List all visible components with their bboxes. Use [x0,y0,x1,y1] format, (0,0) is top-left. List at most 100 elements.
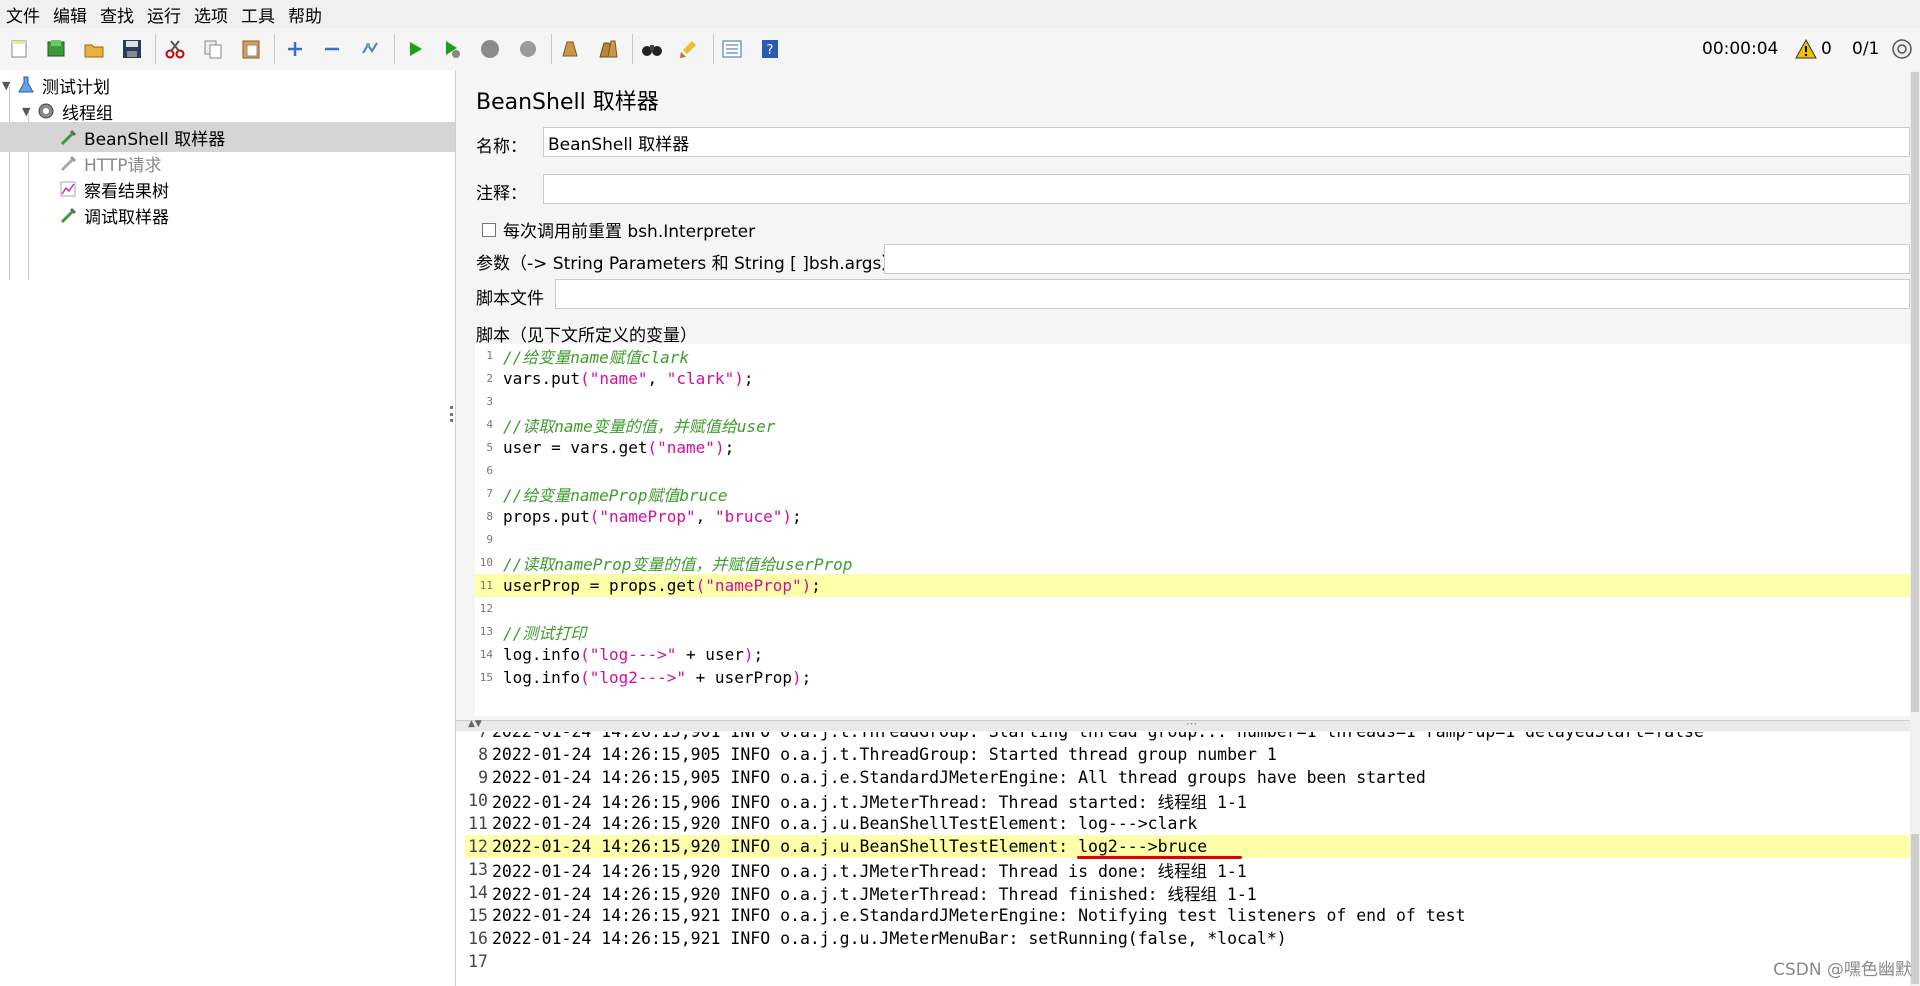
gear-icon [36,101,56,121]
code-line: 12 [479,602,493,615]
elapsed-time: 00:00:04 [1702,39,1779,59]
tree-item-label: BeanShell 取样器 [84,129,226,150]
log-line: 16 2022-01-24 14:26:15,921 INFO o.a.j.g.u… [468,929,1287,948]
menu-edit[interactable]: 编辑 [47,2,94,27]
menu-tools[interactable]: 工具 [235,2,282,27]
log-line: 15 2022-01-24 14:26:15,921 INFO o.a.j.e.S… [468,906,1466,925]
pipette-icon [58,153,78,173]
tree-item-label: HTTP请求 [84,155,162,176]
open-icon[interactable] [82,37,106,61]
menu-options[interactable]: 选项 [188,2,235,27]
scrollbar-thumb-top[interactable] [1911,72,1919,712]
code-line: 4//读取name变量的值，并赋值给user [486,416,776,436]
tree-item-debug-sampler[interactable]: 调试取样器 [58,200,448,230]
splitter-grip-icon[interactable]: ⋯ [1186,717,1198,730]
start-no-pause-icon[interactable] [440,37,464,61]
log-line: 13 2022-01-24 14:26:15,920 INFO o.a.j.t.J… [468,860,1247,881]
pipette-icon [58,205,78,225]
splitter-arrows-icon[interactable]: ▲▼ [468,719,482,729]
code-line: 1//给变量name赋值clark [486,347,689,367]
name-field[interactable]: BeanShell 取样器 [543,127,1910,157]
scrollbar-thumb-bottom[interactable] [1911,834,1919,984]
code-line: 14 log.info("log--->" + user); [479,645,764,664]
menu-help[interactable]: 帮助 [282,2,329,27]
script-label: 脚本（见下文所定义的变量） [476,326,697,346]
tree-item-label: 线程组 [62,103,113,124]
toolbar-separator [551,34,552,64]
log-line-highlighted: 12 2022-01-24 14:26:15,920 INFO o.a.j.u.B… [465,835,1910,858]
toolbar-separator [394,34,395,64]
collapse-icon[interactable] [320,37,344,61]
code-line: 6 [486,464,493,477]
shutdown-icon[interactable] [516,37,540,61]
code-line: 9 [486,533,493,546]
script-editor[interactable]: 1//给变量name赋值clark 2 vars.put("name", "cla… [475,344,1910,716]
reset-interpreter-checkbox[interactable] [482,222,496,237]
cut-icon[interactable] [163,37,187,61]
log-line: 17 [468,952,488,971]
menu-run[interactable]: 运行 [141,2,188,27]
log-splitter[interactable]: ▲▼ ⋯ [456,717,1910,731]
comment-field[interactable] [543,174,1910,204]
paste-icon[interactable] [239,37,263,61]
templates-icon[interactable] [44,37,68,61]
code-line: 13//测试打印 [479,623,587,643]
help-icon[interactable]: ? [758,37,782,61]
code-line: 2 vars.put("name", "clark"); [486,369,754,388]
parameters-field[interactable] [884,244,1910,274]
name-label: 名称： [476,137,527,157]
clear-icon[interactable] [558,37,582,61]
copy-icon[interactable] [201,37,225,61]
code-line: 7//给变量nameProp赋值bruce [486,485,728,505]
script-file-label: 脚本文件 [476,289,544,309]
menu-bar: 文件 编辑 查找 运行 选项 工具 帮助 [0,0,1920,28]
watermark: CSDN @嘿色幽默 [1773,960,1912,980]
tree-guide-line [9,86,10,280]
reset-interpreter-label: 每次调用前重置 bsh.Interpreter [503,222,756,242]
reset-search-icon[interactable] [677,37,701,61]
expand-arrow-icon[interactable]: ▼ [2,79,16,92]
new-icon[interactable] [7,37,31,61]
tree-item-label: 调试取样器 [84,207,169,228]
code-line: 15 log.info("log2--->" + userProp); [479,668,812,687]
toolbar-separator [632,34,633,64]
pipette-icon [58,127,78,147]
split-handle-icon[interactable] [450,406,456,422]
log-line: 10 2022-01-24 14:26:15,906 INFO o.a.j.t.J… [468,791,1247,812]
code-line: 10//读取nameProp变量的值，并赋值给userProp [479,554,853,574]
comment-label: 注释： [476,184,527,204]
expand-arrow-icon[interactable]: ▼ [22,105,36,118]
save-icon[interactable] [120,37,144,61]
toolbar-separator [155,34,156,64]
test-plan-icon [16,75,36,95]
log-panel[interactable]: 72022-01-24 14:26:15,901 INFO o.a.j.t.Th… [465,732,1920,986]
chart-icon [58,179,78,199]
warning-indicator[interactable]: 0 [1795,28,1832,70]
clear-all-icon[interactable] [596,37,620,61]
binoculars-icon[interactable] [640,37,664,61]
menu-search[interactable]: 查找 [94,2,141,27]
parameters-label: 参数（-> String Parameters 和 String [ ]bsh.… [476,254,899,274]
log-line: 8 2022-01-24 14:26:15,905 INFO o.a.j.t.Th… [478,745,1277,764]
reset-interpreter-option: 每次调用前重置 bsh.Interpreter [482,217,755,242]
function-helper-icon[interactable] [720,37,744,61]
test-plan-tree: ▼ 测试计划 ▼ 线程组 BeanShell 取样器 HTTP请求 察看结果树 … [0,70,456,986]
log-line: 14 2022-01-24 14:26:15,920 INFO o.a.j.t.J… [468,883,1257,904]
expand-icon[interactable] [283,37,307,61]
svg-text:?: ? [767,43,774,58]
warning-count: 0 [1821,39,1832,59]
stop-icon[interactable] [478,37,502,61]
menu-file[interactable]: 文件 [0,2,47,27]
tree-item-label: 测试计划 [42,77,110,98]
log-line: 72022-01-24 14:26:15,901 INFO o.a.j.t.Th… [465,732,1910,743]
start-icon[interactable] [403,37,427,61]
log-line: 11 2022-01-24 14:26:15,920 INFO o.a.j.u.B… [468,814,1198,833]
code-line: 5 user = vars.get("name"); [486,438,735,457]
script-file-field[interactable] [555,279,1910,309]
code-line-highlighted: 11 userProp = props.get("nameProp"); [475,574,1910,597]
page-title: BeanShell 取样器 [476,90,659,115]
warning-icon [1795,39,1817,59]
code-line: 3 [486,395,493,408]
toggle-icon[interactable] [358,37,382,61]
run-indicator-icon [1891,28,1913,70]
